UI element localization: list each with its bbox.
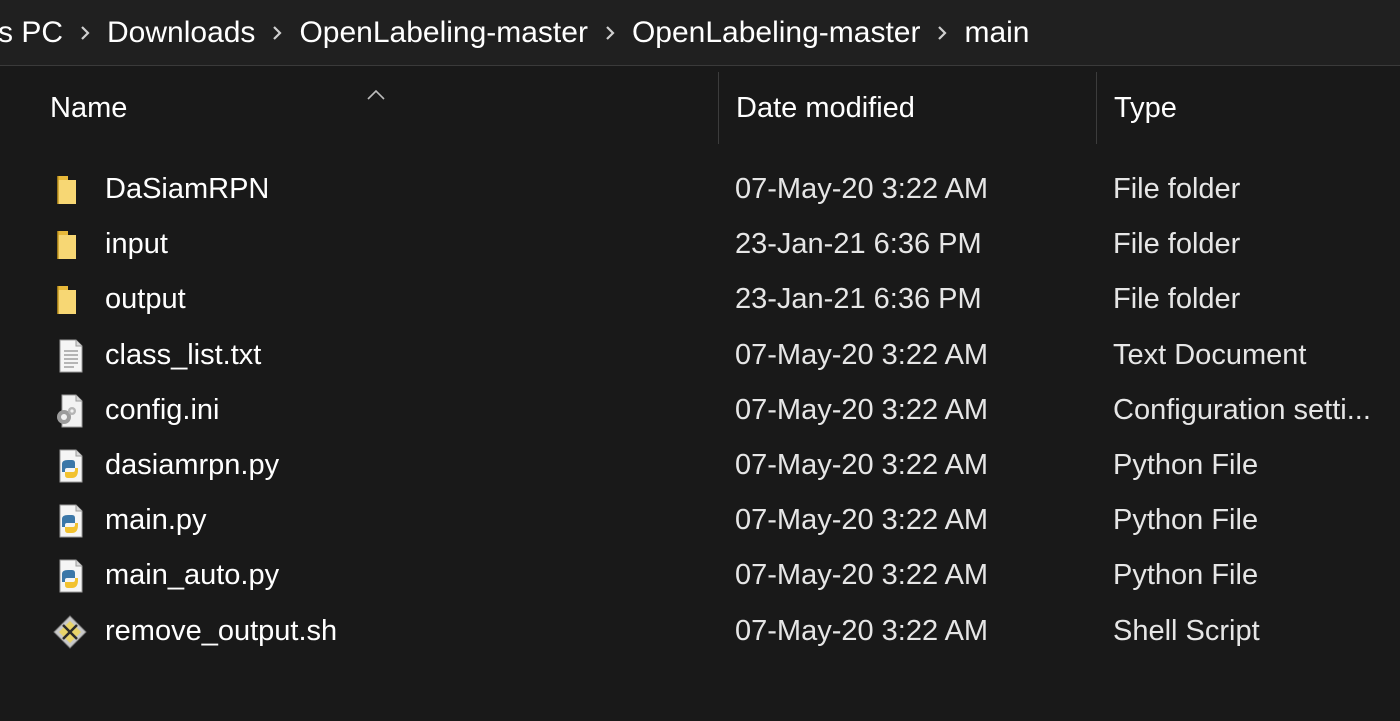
breadcrumb-item-openlabeling-master[interactable]: OpenLabeling-master (289, 5, 598, 61)
file-date-modified: 07-May-20 3:22 AM (735, 448, 989, 481)
file-row[interactable]: class_list.txt 07-May-20 3:22 AM Text Do… (0, 328, 1400, 383)
file-name: output (105, 283, 186, 316)
file-type: Text Document (1113, 338, 1307, 371)
file-date-modified: 23-Jan-21 6:36 PM (735, 283, 982, 316)
column-header-row: Name Date modified Type (0, 72, 1400, 144)
file-date-modified: 07-May-20 3:22 AM (735, 504, 989, 537)
file-name: main_auto.py (105, 559, 280, 592)
address-bar[interactable]: s PC Downloads OpenLabeling-master OpenL… (0, 0, 1400, 66)
breadcrumb-item-downloads[interactable]: Downloads (97, 5, 265, 61)
python-file-icon (52, 558, 88, 594)
sort-ascending-icon (366, 76, 386, 109)
file-list: DaSiamRPN 07-May-20 3:22 AM File folder … (0, 162, 1400, 659)
breadcrumb-item-openlabeling-master-inner[interactable]: OpenLabeling-master (622, 5, 931, 61)
file-row[interactable]: dasiamrpn.py 07-May-20 3:22 AM Python Fi… (0, 438, 1400, 493)
file-type: File folder (1113, 283, 1241, 316)
file-row[interactable]: DaSiamRPN 07-May-20 3:22 AM File folder (0, 162, 1400, 217)
column-header-name-label: Name (50, 91, 128, 124)
file-type: File folder (1113, 228, 1241, 261)
text-file-icon (52, 338, 88, 374)
file-date-modified: 07-May-20 3:22 AM (735, 559, 989, 592)
column-header-type-label: Type (1114, 91, 1177, 124)
file-type: Shell Script (1113, 614, 1260, 647)
file-row[interactable]: remove_output.sh 07-May-20 3:22 AM Shell… (0, 604, 1400, 659)
breadcrumb-chevron-icon[interactable] (930, 5, 954, 61)
file-row[interactable]: main.py 07-May-20 3:22 AM Python File (0, 493, 1400, 548)
file-date-modified: 07-May-20 3:22 AM (735, 338, 989, 371)
file-date-modified: 07-May-20 3:22 AM (735, 614, 989, 647)
file-type: File folder (1113, 173, 1241, 205)
file-date-modified: 23-Jan-21 6:36 PM (735, 228, 982, 261)
file-name: config.ini (105, 393, 220, 426)
column-header-type[interactable]: Type (1096, 72, 1400, 144)
file-name: class_list.txt (105, 338, 262, 371)
config-file-icon (52, 393, 88, 429)
column-header-date-label: Date modified (736, 91, 915, 124)
file-type: Python File (1113, 504, 1259, 537)
file-row[interactable]: input 23-Jan-21 6:36 PM File folder (0, 217, 1400, 272)
file-explorer-window: s PC Downloads OpenLabeling-master OpenL… (0, 0, 1400, 721)
column-header-name[interactable]: Name (0, 72, 718, 144)
python-file-icon (52, 448, 88, 484)
file-row[interactable]: output 23-Jan-21 6:36 PM File folder (0, 272, 1400, 327)
file-type: Configuration setti... (1113, 393, 1371, 426)
breadcrumb-item-this-pc[interactable]: s PC (0, 5, 73, 61)
breadcrumb-chevron-icon[interactable] (73, 5, 97, 61)
breadcrumb-item-main[interactable]: main (954, 5, 1039, 61)
file-name: remove_output.sh (105, 614, 338, 647)
file-type: Python File (1113, 559, 1259, 592)
column-header-date-modified[interactable]: Date modified (718, 72, 1096, 144)
file-row[interactable]: config.ini 07-May-20 3:22 AM Configurati… (0, 383, 1400, 438)
breadcrumb: s PC Downloads OpenLabeling-master OpenL… (0, 5, 1040, 61)
shell-script-icon (52, 614, 88, 650)
breadcrumb-chevron-icon[interactable] (265, 5, 289, 61)
file-row[interactable]: main_auto.py 07-May-20 3:22 AM Python Fi… (0, 548, 1400, 603)
file-date-modified: 07-May-20 3:22 AM (735, 393, 989, 426)
file-name: dasiamrpn.py (105, 448, 280, 481)
file-name: input (105, 228, 168, 261)
file-name: main.py (105, 504, 207, 537)
python-file-icon (52, 503, 88, 539)
folder-icon (52, 172, 88, 208)
breadcrumb-chevron-icon[interactable] (598, 5, 622, 61)
folder-icon (52, 282, 88, 318)
file-date-modified: 07-May-20 3:22 AM (735, 173, 989, 205)
folder-icon (52, 227, 88, 263)
file-type: Python File (1113, 448, 1259, 481)
file-name: DaSiamRPN (105, 173, 270, 205)
